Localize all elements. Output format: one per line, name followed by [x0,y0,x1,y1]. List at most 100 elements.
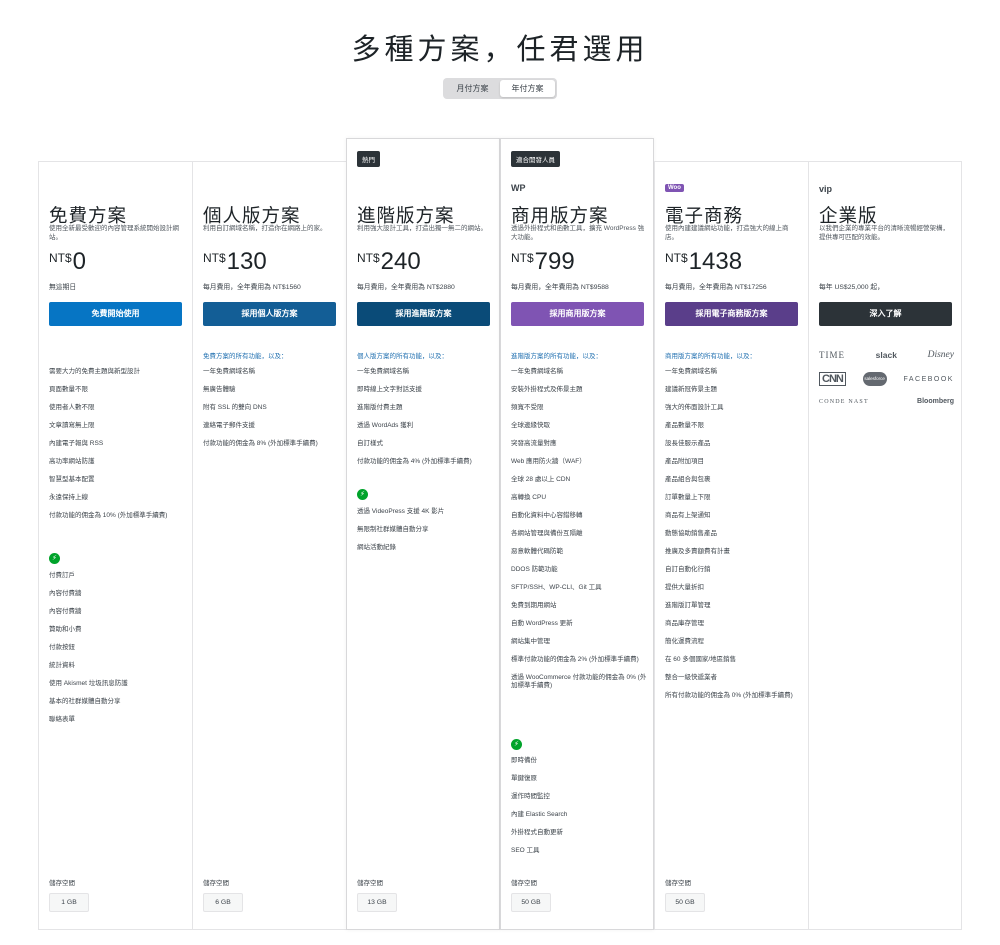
plan-card-free: 免費方案 使用全新最受歡迎的內容管理系統開始設計網站。 NT$ 0 無這期日 免… [38,161,192,930]
list-item: 全球 28 處以上 CDN [511,476,571,483]
popular-badge: 熱門 [357,151,380,167]
plan-card-premium: 熱門 進階版方案 利用強大設計工具，打造出獨一無二的網站。 NT$ 240 每月… [346,138,500,930]
list-item: 內容付費牆 [49,590,82,597]
list-item: 智慧型基本配置 [49,476,95,483]
plan-description: 使用全新最受歡迎的內容管理系統開始設計網站。 [49,225,179,241]
plan-card-ecommerce: Woo 電子商務 使用內建建議網站功能，打造強大的線上商店。 NT$ 1438 … [654,161,808,930]
free-plan-cta-button[interactable]: 免費開始使用 [49,302,182,326]
list-item: 付款功能的佣金為 10% (外加標準手續費) [49,512,168,519]
list-item: 付款功能的佣金為 8% (外加標準手續費) [203,440,318,447]
list-item: 外掛程式自動更新 [511,829,563,836]
list-item: 內建 Elastic Search [511,811,568,818]
lightning-bolt-icon: ⚡ [511,739,522,750]
feature-heading: 個人版方案的所有功能，以及： [357,353,448,360]
plan-description: 使用內建建議網站功能，打造強大的線上商店。 [665,225,789,241]
price-currency: NT$ [511,251,534,265]
list-item: 聯絡表單 [49,716,75,723]
list-item: 一年免費網域名稱 [357,368,409,375]
list-item: 使用者人數不限 [49,404,95,411]
list-item: 即時備份 [511,757,537,764]
list-item: 無限制社群媒體自動分享 [357,526,429,533]
cnn-logo-icon: CNN [819,372,846,386]
plan-price: NT$ 0 [49,248,86,276]
time-logo-icon: TIME [819,350,845,360]
price-currency: NT$ [49,251,72,265]
feature-list: 一年免費網域名稱 無廣告體驗 附有 SSL 的雙向 DNS 連絡電子郵件支援 付… [203,368,341,458]
list-item: 網站活動紀錄 [357,544,396,551]
list-item: 贊助和小費 [49,626,82,633]
list-item: SEO 工具 [511,847,540,854]
list-item: 透過 WordAds 獲利 [357,422,414,429]
personal-plan-cta-button[interactable]: 採用個人版方案 [203,302,336,326]
plan-card-business: 適合開發人員 WP 商用版方案 透過外掛程式和函數工具，擴充 WordPress… [500,138,654,930]
storage-value: 6 GB [203,893,243,912]
extras-list: 即時備份 單鍵復原 運作時間監控 內建 Elastic Search 外掛程式自… [511,757,649,865]
list-item: 統計資料 [49,662,75,669]
price-note: 每月費用，全年費用為 NT$9588 [511,284,609,291]
list-item: 高轉換 CPU [511,494,547,501]
plan-description: 透過外掛程式和函數工具，擴充 WordPress 強大功能。 [511,225,645,241]
list-item: 內容付費牆 [49,608,82,615]
list-item: Web 應用防火牆（WAF） [511,458,586,465]
plan-price: NT$ 130 [203,248,267,276]
list-item: 免費到期用網站 [511,602,557,609]
client-logos: TIME slack Disney CNN salesforce FACEBOO… [819,350,954,417]
list-item: 付費訂戶 [49,572,75,579]
list-item: 基本的社群媒體自動分享 [49,698,121,705]
list-item: 建議新冠佈景主題 [665,386,717,393]
plans-grid: 免費方案 使用全新最受歡迎的內容管理系統開始設計網站。 NT$ 0 無這期日 免… [38,0,962,945]
premium-plan-cta-button[interactable]: 採用進階版方案 [357,302,490,326]
list-item: 整合一級快遞業者 [665,674,717,681]
list-item: 安裝外掛程式及佈景主題 [511,386,583,393]
list-item: 運作時間監控 [511,793,550,800]
feature-heading: 商用版方案的所有功能，以及： [665,353,756,360]
price-note: 每月費用，全年費用為 NT$2880 [357,284,455,291]
storage-label: 儲存空間 [357,880,383,887]
feature-list: 一年免費網域名稱 建議新冠佈景主題 強大的佈面設計工具 產品數量不限 設長佳服示… [665,368,803,710]
extras-list: 付費訂戶 內容付費牆 內容付費牆 贊助和小費 付款按鈕 統計資料 使用 Akis… [49,572,187,734]
ecommerce-plan-cta-button[interactable]: 採用電子商務版方案 [665,302,798,326]
price-amount: 1438 [688,248,743,275]
list-item: 各網站管理與備份互隔離 [511,530,583,537]
list-item: 需要大力的免費主題與新型設計 [49,368,140,375]
plan-card-vip: vip 企業版 以我們企業的專業平台的清晰流暢經營架構，提供專可匹配的效能。 每… [808,161,962,930]
list-item: 即時線上文字對話支援 [357,386,422,393]
list-item: 連絡電子郵件支援 [203,422,255,429]
price-amount: 799 [534,248,575,275]
list-item: 透過 WooCommerce 付款功能的佣金為 0% (外加標準手續費) [511,674,647,689]
price-amount: 130 [226,248,267,275]
business-plan-cta-button[interactable]: 採用商用版方案 [511,302,644,326]
list-item: 動態協助銷售產品 [665,530,717,537]
lightning-bolt-icon: ⚡ [357,489,368,500]
list-item: 商品庫存管理 [665,620,704,627]
list-item: SFTP/SSH、WP-CLI、Git 工具 [511,584,602,591]
client-logo-row: CNN salesforce FACEBOOK [819,372,954,386]
list-item: 附有 SSL 的雙向 DNS [203,404,267,411]
storage-value: 50 GB [665,893,705,912]
vip-learn-more-button[interactable]: 深入了解 [819,302,952,326]
list-item: 文章讀寫無上限 [49,422,95,429]
list-item: 商品有上架通知 [665,512,711,519]
list-item: 自訂自動化行銷 [665,566,711,573]
plan-price: NT$ 799 [511,248,575,276]
storage-value: 50 GB [511,893,551,912]
list-item: 透過 VideoPress 支援 4K 影片 [357,508,445,515]
extras-list: 透過 VideoPress 支援 4K 影片 無限制社群媒體自動分享 網站活動紀… [357,508,495,562]
list-item: 推廣及多賣額費有計畫 [665,548,730,555]
price-note: 無這期日 [49,284,77,291]
list-item: 惡意軟體代碼防範 [511,548,563,555]
plan-price: NT$ 240 [357,248,421,276]
list-item: 提供大量折扣 [665,584,704,591]
list-item: 頁面數量不限 [49,386,88,393]
list-item: 訂單數量上下限 [665,494,711,501]
list-item: 一年免費網域名稱 [665,368,717,375]
facebook-logo-icon: FACEBOOK [903,375,954,383]
storage-value: 13 GB [357,893,397,912]
list-item: 單鍵復原 [511,775,537,782]
wordpress-logo-icon: WP [511,183,526,193]
storage-label: 儲存空間 [49,880,75,887]
list-item: 在 60 多個國家/地區銷售 [665,656,737,663]
feature-heading: 免費方案的所有功能，以及： [203,353,288,360]
price-currency: NT$ [203,251,226,265]
list-item: 高功率網站防護 [49,458,95,465]
